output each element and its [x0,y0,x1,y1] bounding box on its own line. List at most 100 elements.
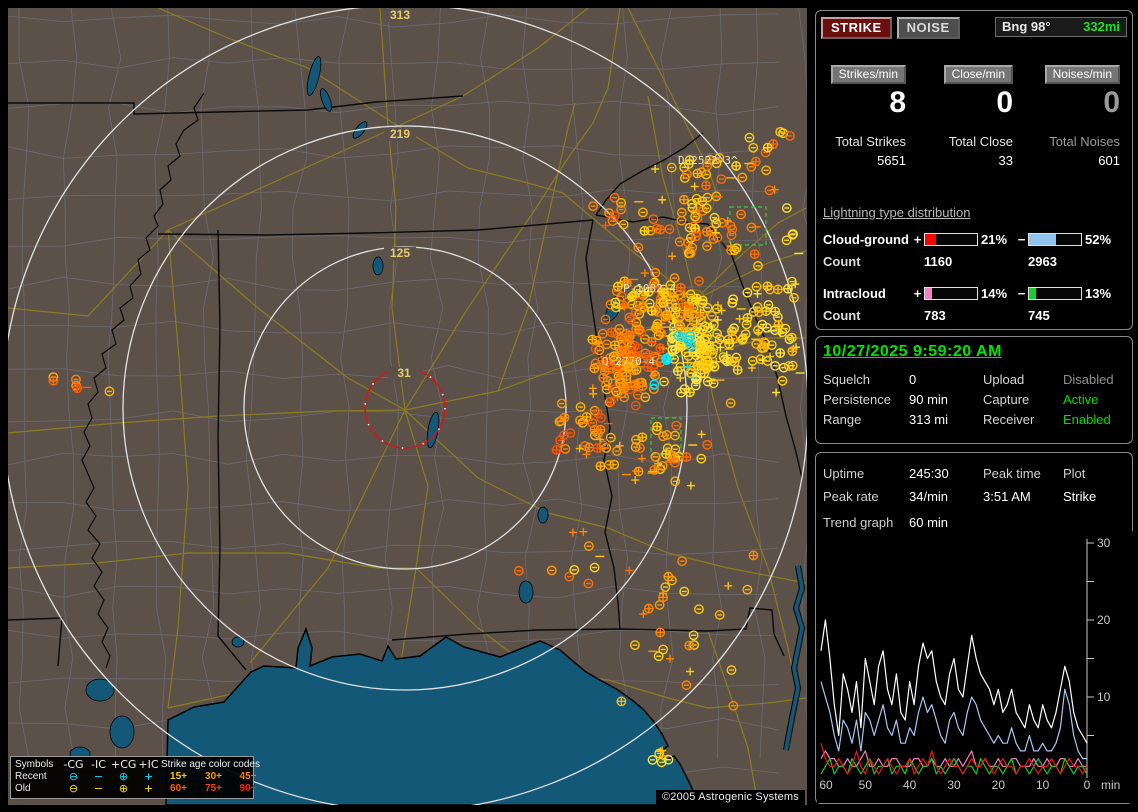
ic-plus-bar [924,287,978,300]
svg-text:60: 60 [819,778,833,792]
total-strikes-value: 5651 [877,153,906,168]
cg-minus-bar [1028,233,1082,246]
distribution-title: Lightning type distribution [823,205,971,220]
intracloud-count-row: Count 783 745 [823,308,1125,323]
cg-plus-count: 1160 [924,254,953,269]
svg-text:10: 10 [1036,778,1050,792]
status-box: 10/27/2025 9:59:20 AM Squelch 0 Upload D… [815,336,1133,444]
trend-graph-row: Trend graph 60 min [823,515,1132,530]
rate-col-strikes: Strikes/min 8 Total Strikes 5651 [816,65,913,168]
map-legend: Symbols -CG -IC +CG +IC Strike age color… [10,756,260,799]
peak-rate-label: Peak rate [823,489,879,504]
cg-minus-bar-fill [1029,234,1057,245]
squelch-label: Squelch [823,372,870,387]
total-noises-value: 601 [1098,153,1120,168]
legend-row-recent-label: Recent [15,771,47,782]
age-code-90: 90+ [239,783,257,794]
ic-minus-percent: 13% [1085,286,1112,301]
total-close-label: Total Close [948,134,1013,149]
plot-value: Strike [1063,489,1097,504]
uptime-value: 245:30 [909,466,949,481]
upload-status: Disabled [1063,372,1114,387]
svg-text:313: 313 [390,8,410,22]
persistence-value: 90 min [909,392,949,407]
settings-grid: Squelch 0 Upload Disabled Persistence 90… [823,370,1132,430]
datetime: 10/27/2025 9:59:20 AM [823,343,1002,360]
close-per-min-button[interactable]: Close/min [943,65,1013,84]
ic-minus-bar [1028,287,1082,300]
mode-row: STRIKE NOISE Bng 98° 332mi [816,17,1132,39]
strikes-per-min-value: 8 [889,86,906,119]
noise-mode-button[interactable]: NOISE [896,17,960,39]
peak-time-value: 3:51 AM [983,489,1031,504]
strikes-per-min-button[interactable]: Strikes/min [830,65,906,84]
bearing-label: Bng 98° [1002,19,1051,34]
minus-sign: − [1017,286,1026,301]
intracloud-label: Intracloud [823,286,886,301]
lightning-distribution: Lightning type distribution Cloud-ground… [816,205,1132,323]
plus-icon: + [143,782,154,795]
bearing-readout: Bng 98° 332mi [995,17,1127,37]
ic-plus-percent: 14% [981,286,1008,301]
total-close-value: 33 [998,153,1013,168]
lightning-map[interactable]: 313 219 125 31 D-2522-3^ P-1082-4 Q-2770-4 Sym… [8,8,807,805]
intracloud-row: Intracloud + 14% − 13% [823,286,1125,301]
noises-per-min-value: 0 [1103,86,1120,119]
svg-text:20: 20 [992,778,1006,792]
svg-text:P-1082-4: P-1082-4 [623,282,676,295]
plus-sign: + [913,232,922,247]
trend-graph-label: Trend graph [823,515,894,530]
squelch-value: 0 [909,372,917,387]
range-label: Range [823,412,862,427]
age-code-30: 30+ [205,771,222,782]
ic-minus-bar-fill [1029,288,1036,299]
svg-text:20: 20 [1097,613,1111,627]
copyright-credit: ©2005 Astrogenic Systems [655,790,805,805]
svg-text:0: 0 [1084,778,1091,792]
upload-label: Upload [983,372,1025,387]
ic-plus-bar-fill [925,288,933,299]
noises-per-min-button[interactable]: Noises/min [1044,65,1120,84]
cg-minus-percent: 52% [1085,232,1112,247]
circle-plus-icon: ⊕ [118,782,129,795]
control-panel: STRIKE NOISE Bng 98° 332mi Strikes/min 8… [815,0,1133,812]
strike-stats-box: STRIKE NOISE Bng 98° 332mi Strikes/min 8… [815,10,1133,330]
capture-status: Active [1063,392,1099,407]
app-window: 313 219 125 31 D-2522-3^ P-1082-4 Q-2770-4 Sym… [0,0,1138,812]
receiver-label: Receiver [983,412,1035,427]
svg-text:30: 30 [947,778,961,792]
svg-text:30: 30 [1097,536,1111,550]
range-value: 313 mi [909,412,949,427]
receiver-status: Enabled [1063,412,1111,427]
rate-col-noises: Noises/min 0 Total Noises 601 [1020,65,1127,168]
bearing-distance: 332mi [1083,19,1120,34]
cg-minus-count: 2963 [1028,254,1057,269]
count-label: Count [823,254,861,269]
cloud-ground-row: Cloud-ground + 21% − 52% [823,232,1125,247]
svg-text:50: 50 [859,778,873,792]
rates-grid: Strikes/min 8 Total Strikes 5651 Close/m… [816,65,1132,168]
close-per-min-value: 0 [996,86,1013,119]
svg-text:40: 40 [903,778,917,792]
svg-text:D-2522-3^: D-2522-3^ [678,154,738,167]
plot-label: Plot [1063,466,1086,481]
trend-box: Uptime 245:30 Peak time Plot Peak rate 3… [815,452,1133,804]
count-label: Count [823,308,861,323]
svg-text:125: 125 [390,246,410,260]
age-code-75: 75+ [205,783,222,794]
minus-sign: − [1017,232,1026,247]
legend-header-symbols: Symbols [15,759,54,770]
trend-graph: 10 20 30 60 50 40 30 20 10 0 min [817,531,1133,803]
ic-minus-count: 745 [1028,308,1050,323]
legend-row-old-label: Old [15,783,31,794]
minus-icon: − [93,782,104,795]
total-noises-label: Total Noises [1049,134,1120,149]
ic-plus-count: 783 [924,308,946,323]
map-canvas[interactable]: 313 219 125 31 D-2522-3^ P-1082-4 Q-2770-4 [8,8,807,805]
rate-col-close: Close/min 0 Total Close 33 [913,65,1020,168]
capture-label: Capture [983,392,1030,407]
total-strikes-label: Total Strikes [835,134,906,149]
cg-plus-percent: 21% [981,232,1008,247]
circle-minus-icon: ⊖ [68,782,79,795]
strike-mode-button[interactable]: STRIKE [821,17,892,39]
